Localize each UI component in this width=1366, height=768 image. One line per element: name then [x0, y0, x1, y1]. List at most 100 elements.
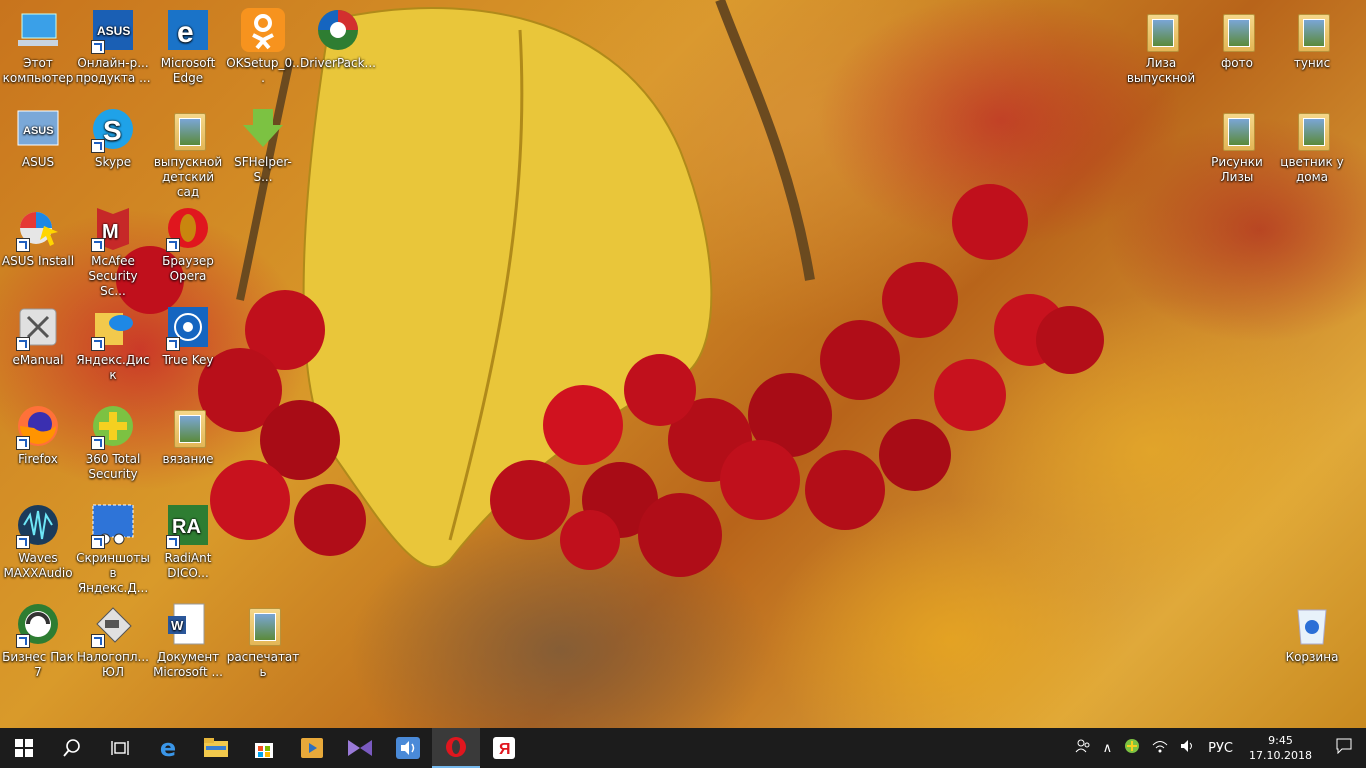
taskbar: e Я ∧ РУС 9:45 17.10.2018 — [0, 728, 1366, 768]
360-security-tray-icon[interactable] — [1118, 738, 1146, 758]
wifi-icon[interactable] — [1146, 739, 1174, 757]
shortcut-arrow-icon — [16, 436, 30, 450]
desktop-icon[interactable]: OKSetup_0... — [225, 6, 301, 86]
clock[interactable]: 9:45 17.10.2018 — [1239, 733, 1322, 763]
desktop-icon[interactable]: DriverPack... — [300, 6, 376, 71]
desktop-icon[interactable]: выпускной детский сад — [150, 105, 226, 200]
desktop-icon-label: True Key — [162, 353, 214, 367]
svg-text:ASUS: ASUS — [97, 24, 130, 38]
desktop-icon-label: DriverPack... — [300, 56, 376, 70]
desktop-icon[interactable]: ASUS Онлайн-р... продукта ... — [75, 6, 151, 86]
desktop-icon[interactable]: Лиза выпускной — [1123, 6, 1199, 86]
volume-icon[interactable] — [1174, 739, 1202, 757]
clock-time: 9:45 — [1268, 734, 1293, 747]
desktop-icon-label: Бизнес Пак 7 — [2, 650, 74, 679]
desktop-icon[interactable]: распечатать — [225, 600, 301, 680]
desktop-icon[interactable]: Налогопл... ЮЛ — [75, 600, 151, 680]
desktop-icon[interactable]: тунис — [1274, 6, 1350, 71]
visual-studio-taskbar-button[interactable] — [336, 728, 384, 768]
folder-icon — [204, 738, 228, 757]
mcafee-icon: M — [89, 204, 137, 252]
waves-icon — [14, 501, 62, 549]
desktop-icon-label: eManual — [12, 353, 64, 367]
audio-taskbar-button[interactable] — [384, 728, 432, 768]
desktop-icon[interactable]: Корзина — [1274, 600, 1350, 665]
svg-text:e: e — [177, 16, 194, 49]
yandex-browser-icon: Я — [493, 737, 515, 759]
folder-icon — [1288, 6, 1336, 54]
task-view-icon — [111, 741, 129, 755]
asus-online-icon: ASUS — [89, 6, 137, 54]
shortcut-arrow-icon — [91, 535, 105, 549]
svg-text:W: W — [171, 618, 184, 633]
opera-icon — [446, 737, 466, 757]
desktop-icon[interactable]: W Документ Microsoft ... — [150, 600, 226, 680]
desktop-icon[interactable]: S Skype — [75, 105, 151, 170]
desktop-icon-label: ASUS Install — [1, 254, 75, 268]
desktop-icon-label: Корзина — [1285, 650, 1339, 664]
this-pc-icon — [14, 6, 62, 54]
shortcut-arrow-icon — [16, 634, 30, 648]
desktop-icon[interactable]: ASUS ASUS — [0, 105, 76, 170]
edge-taskbar-button[interactable]: e — [144, 728, 192, 768]
download-arrow-icon — [239, 105, 287, 153]
desktop-icon[interactable]: Firefox — [0, 402, 76, 467]
show-hidden-icons-chevron-icon[interactable]: ∧ — [1097, 741, 1119, 756]
desktop-icon[interactable]: RA RadiAnt DICO... — [150, 501, 226, 581]
explorer-taskbar-button[interactable] — [192, 728, 240, 768]
desktop-icon[interactable]: Бизнес Пак 7 — [0, 600, 76, 680]
desktop-icon[interactable]: True Key — [150, 303, 226, 368]
media-player-icon — [301, 738, 323, 758]
notification-icon — [1336, 738, 1352, 755]
search-icon — [63, 739, 80, 757]
opera-icon — [164, 204, 212, 252]
shortcut-arrow-icon — [91, 139, 105, 153]
desktop-icon[interactable]: M McAfee Security Sc... — [75, 204, 151, 299]
desktop-icon[interactable]: фото — [1199, 6, 1275, 71]
desktop-icon[interactable]: Рисунки Лизы — [1199, 105, 1275, 185]
folder-icon — [1213, 6, 1261, 54]
shortcut-arrow-icon — [91, 238, 105, 252]
desktop-icon-label: Waves MAXXAudio — [3, 551, 73, 580]
desktop-icon-label: 360 Total Security — [85, 452, 141, 481]
windows-logo-icon — [15, 739, 33, 757]
shortcut-arrow-icon — [91, 436, 105, 450]
visual-studio-icon — [348, 740, 372, 756]
desktop-icon[interactable]: Этот компьютер — [0, 6, 76, 86]
desktop-icon[interactable]: SFHelper-S... — [225, 105, 301, 185]
desktop-icon[interactable]: 360 Total Security — [75, 402, 151, 482]
desktop-icon[interactable]: eManual — [0, 303, 76, 368]
shortcut-arrow-icon — [16, 238, 30, 252]
desktop-icon-label: Яндекс.Диск — [76, 353, 150, 382]
shortcut-arrow-icon — [16, 337, 30, 351]
store-icon — [255, 743, 273, 758]
start-button[interactable] — [0, 728, 48, 768]
folder-icon — [1288, 105, 1336, 153]
screenshot-scissors-icon — [89, 501, 137, 549]
yandex-taskbar-button[interactable]: Я — [480, 728, 528, 768]
desktop-icon[interactable]: ASUS Install — [0, 204, 76, 269]
task-view-button[interactable] — [96, 728, 144, 768]
desktop-icon-label: распечатать — [226, 650, 300, 679]
desktop-icon-label: вязание — [162, 452, 214, 466]
asus-icon: ASUS — [14, 105, 62, 153]
desktop-icon[interactable]: Скриншоты в Яндекс.Д... — [75, 501, 151, 596]
media-taskbar-button[interactable] — [288, 728, 336, 768]
desktop-icon[interactable]: Яндекс.Диск — [75, 303, 151, 383]
desktop-icon[interactable]: Браузер Opera — [150, 204, 226, 284]
desktop-icon[interactable]: e Microsoft Edge — [150, 6, 226, 86]
desktop-icon[interactable]: цветник у дома — [1274, 105, 1350, 185]
search-button[interactable] — [48, 728, 96, 768]
desktop-icon-label: Документ Microsoft ... — [153, 650, 223, 679]
action-center-button[interactable] — [1322, 738, 1366, 758]
desktop-icon[interactable]: Waves MAXXAudio — [0, 501, 76, 581]
opera-taskbar-button[interactable] — [432, 728, 480, 768]
store-taskbar-button[interactable] — [240, 728, 288, 768]
language-indicator[interactable]: РУС — [1202, 741, 1239, 756]
desktop-icon-label: Этот компьютер — [2, 56, 74, 85]
emanual-icon — [14, 303, 62, 351]
desktop-icon-label: выпускной детский сад — [153, 155, 223, 199]
people-icon[interactable] — [1069, 738, 1097, 758]
shortcut-arrow-icon — [91, 337, 105, 351]
desktop-icon[interactable]: вязание — [150, 402, 226, 467]
